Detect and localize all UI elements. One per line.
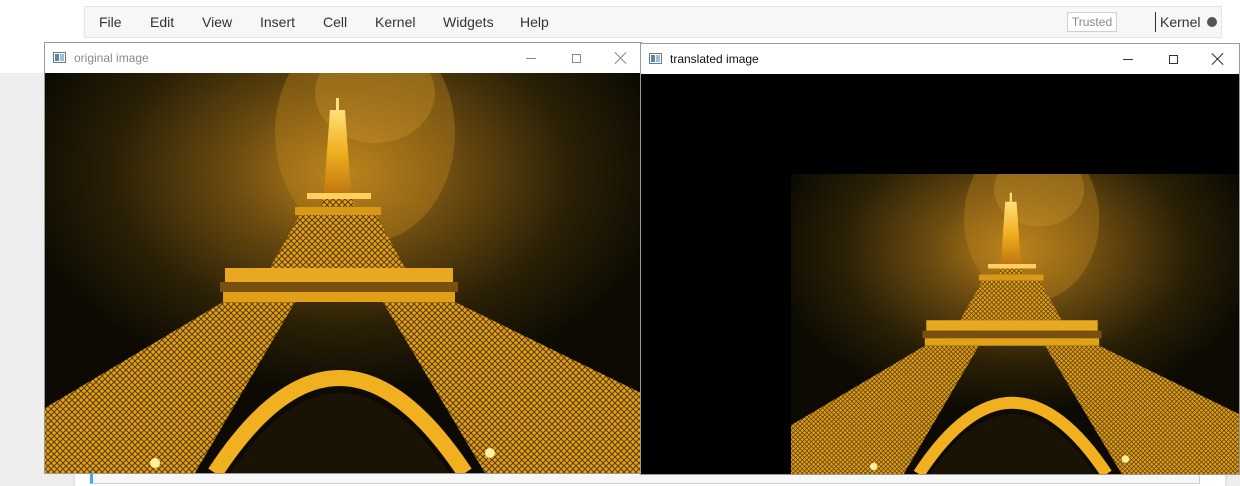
window-titlebar[interactable]: translated image xyxy=(641,44,1239,74)
minimize-icon xyxy=(1123,58,1133,60)
window-title: translated image xyxy=(670,52,759,66)
menu-insert[interactable]: Insert xyxy=(260,14,295,30)
menu-kernel[interactable]: Kernel xyxy=(375,14,415,30)
menu-help[interactable]: Help xyxy=(520,14,549,30)
maximize-icon xyxy=(1168,54,1178,64)
maximize-button[interactable] xyxy=(553,43,599,73)
kernel-status-icon xyxy=(1207,17,1217,27)
maximize-icon xyxy=(571,53,581,63)
trusted-badge[interactable]: Trusted xyxy=(1067,12,1117,32)
original-image xyxy=(45,73,641,473)
menu-widgets[interactable]: Widgets xyxy=(443,14,494,30)
close-button[interactable] xyxy=(1195,44,1239,74)
app-window-icon xyxy=(53,52,66,63)
close-icon xyxy=(615,52,627,64)
translated-image-window: translated image xyxy=(640,43,1240,475)
minimize-button[interactable] xyxy=(1105,44,1151,74)
window-titlebar[interactable]: original image xyxy=(45,43,641,73)
menu-file[interactable]: File xyxy=(99,14,122,30)
kernel-separator xyxy=(1155,12,1156,32)
minimize-icon xyxy=(526,57,536,59)
close-button[interactable] xyxy=(598,43,641,73)
menu-view[interactable]: View xyxy=(202,14,232,30)
close-icon xyxy=(1212,53,1224,65)
translated-image xyxy=(641,74,1239,474)
app-window-icon xyxy=(649,53,662,64)
maximize-button[interactable] xyxy=(1150,44,1196,74)
kernel-name: Kernel xyxy=(1160,14,1201,30)
menu-edit[interactable]: Edit xyxy=(150,14,174,30)
menu-bar: File Edit View Insert Cell Kernel Widget… xyxy=(84,6,1222,38)
minimize-button[interactable] xyxy=(508,43,554,73)
original-image-window: original image xyxy=(44,42,642,474)
window-title: original image xyxy=(74,51,149,65)
menu-cell[interactable]: Cell xyxy=(323,14,347,30)
